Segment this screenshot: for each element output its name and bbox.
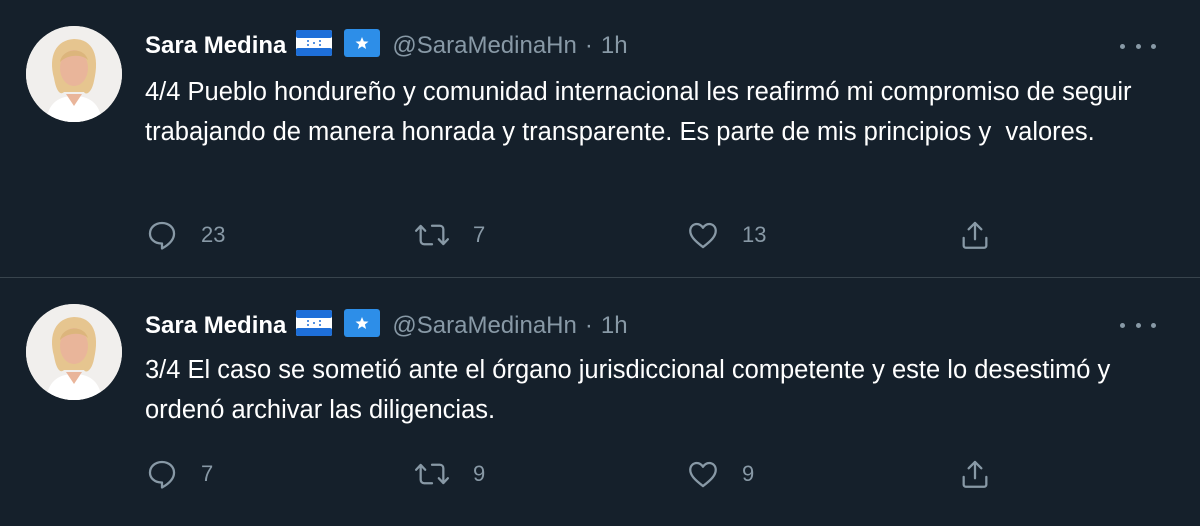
like-button[interactable]: 9: [686, 454, 754, 494]
honduras-flag-icon: [296, 29, 333, 63]
share-button[interactable]: [958, 215, 992, 255]
tweet-text: 3/4 El caso se sometió ante el órgano ju…: [145, 356, 1118, 424]
retweet-icon: [415, 463, 449, 485]
reply-button[interactable]: 7: [145, 454, 213, 494]
more-options-icon[interactable]: [1120, 36, 1156, 56]
avatar-image: [26, 26, 122, 122]
retweet-button[interactable]: 9: [413, 454, 485, 494]
timestamp[interactable]: 1h: [601, 312, 628, 340]
star-badge-icon: [344, 28, 381, 64]
heart-icon: [689, 222, 717, 249]
tweet[interactable]: Sara Medina @SaraMedinaHn · 1h 4/4 Puebl…: [0, 0, 1200, 278]
like-count: 9: [742, 461, 755, 486]
heart-icon: [689, 461, 717, 488]
like-count: 13: [742, 222, 767, 247]
separator-dot: ·: [584, 312, 593, 339]
star-badge-icon: [344, 308, 381, 344]
retweet-icon: [415, 224, 449, 246]
author-handle[interactable]: @SaraMedinaHn: [392, 32, 576, 60]
reply-button[interactable]: 23: [145, 215, 225, 255]
like-button[interactable]: 13: [686, 215, 766, 255]
retweet-count: 7: [473, 222, 486, 247]
tweet-actions: 7 9 9: [145, 454, 1045, 494]
retweet-count: 9: [473, 461, 486, 486]
tweet-actions: 23 7 13: [145, 215, 1045, 255]
tweet-header: Sara Medina @SaraMedinaHn · 1h: [145, 308, 628, 344]
reply-icon: [148, 460, 176, 489]
share-icon: [962, 221, 988, 249]
tweet-header: Sara Medina @SaraMedinaHn · 1h: [145, 28, 628, 64]
timestamp[interactable]: 1h: [601, 32, 628, 60]
share-icon: [962, 460, 988, 488]
reply-count: 7: [201, 461, 214, 486]
avatar[interactable]: [26, 304, 122, 400]
more-options-icon[interactable]: [1120, 315, 1156, 335]
separator-dot: ·: [584, 32, 593, 59]
avatar[interactable]: [26, 26, 122, 122]
author-name[interactable]: Sara Medina: [145, 32, 286, 60]
honduras-flag-icon: [296, 309, 333, 343]
reply-icon: [148, 221, 176, 250]
retweet-button[interactable]: 7: [413, 215, 485, 255]
tweet-text: 4/4 Pueblo hondureño y comunidad interna…: [145, 78, 1139, 146]
author-handle[interactable]: @SaraMedinaHn: [392, 312, 576, 340]
share-button[interactable]: [958, 454, 992, 494]
tweet[interactable]: Sara Medina @SaraMedinaHn · 1h 3/4 El ca…: [0, 279, 1200, 526]
author-name[interactable]: Sara Medina: [145, 312, 286, 340]
avatar-image: [26, 304, 122, 400]
reply-count: 23: [201, 222, 226, 247]
